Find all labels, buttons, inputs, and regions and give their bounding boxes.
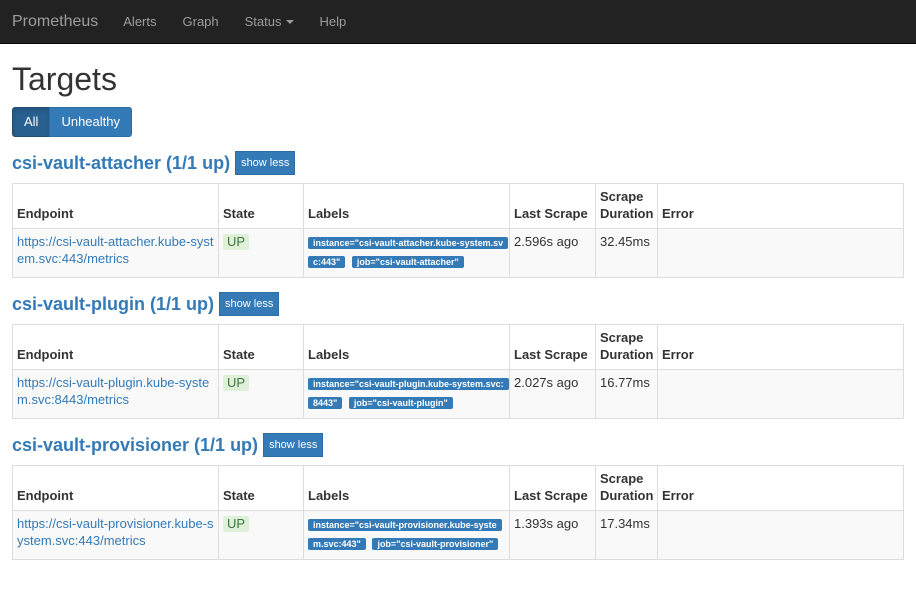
nav-help[interactable]: Help [307,0,360,44]
filter-all-button[interactable]: All [12,107,51,137]
job-title-link[interactable]: csi-vault-provisioner (1/1 up) [12,435,258,456]
endpoint-cell: https://csi-vault-attacher.kube-system.s… [12,228,219,278]
caret-down-icon [285,20,294,25]
header-labels: Labels [303,324,510,370]
endpoint-cell: https://csi-vault-provisioner.kube-syste… [12,510,219,560]
header-last-scrape: Last Scrape [509,183,596,229]
brand-link[interactable]: Prometheus [0,0,110,44]
filter-unhealthy-button[interactable]: Unhealthy [49,107,132,137]
header-scrape-duration: Scrape Duration [595,183,658,229]
job-header: csi-vault-provisioner (1/1 up) show less [12,433,904,457]
targets-table: Endpoint State Labels Last Scrape Scrape… [12,465,904,560]
header-last-scrape: Last Scrape [509,465,596,511]
table-header-row: Endpoint State Labels Last Scrape Scrape… [12,183,904,229]
labels-cell: instance="csi-vault-plugin.kube-system.s… [303,369,510,419]
targets-table: Endpoint State Labels Last Scrape Scrape… [12,183,904,278]
header-error: Error [657,465,904,511]
header-labels: Labels [303,465,510,511]
error-cell [657,510,904,560]
header-state: State [218,183,304,229]
table-header-row: Endpoint State Labels Last Scrape Scrape… [12,324,904,370]
job-title-link[interactable]: csi-vault-attacher (1/1 up) [12,153,230,174]
nav-graph[interactable]: Graph [170,0,232,44]
show-less-button[interactable]: show less [263,433,324,457]
table-header-row: Endpoint State Labels Last Scrape Scrape… [12,465,904,511]
header-scrape-duration: Scrape Duration [595,324,658,370]
header-endpoint: Endpoint [12,324,219,370]
error-cell [657,228,904,278]
nav-status-dropdown[interactable]: Status [232,0,307,44]
endpoint-link[interactable]: https://csi-vault-attacher.kube-system.s… [17,234,214,266]
header-last-scrape: Last Scrape [509,324,596,370]
label-badge: job="csi-vault-provisioner" [372,538,499,550]
show-less-button[interactable]: show less [235,151,296,175]
header-error: Error [657,183,904,229]
nav-status-label: Status [244,13,282,29]
header-endpoint: Endpoint [12,183,219,229]
job-section: csi-vault-attacher (1/1 up) show less En… [12,151,904,278]
top-navbar: Prometheus Alerts Graph Status Help [0,0,916,44]
job-section: csi-vault-provisioner (1/1 up) show less… [12,433,904,560]
header-scrape-duration: Scrape Duration [595,465,658,511]
state-badge: UP [223,234,250,250]
header-labels: Labels [303,183,510,229]
state-cell: UP [218,369,304,419]
table-row: https://csi-vault-provisioner.kube-syste… [12,510,904,560]
table-row: https://csi-vault-attacher.kube-system.s… [12,228,904,278]
filter-button-group: All Unhealthy [12,107,904,137]
state-cell: UP [218,510,304,560]
state-cell: UP [218,228,304,278]
labels-cell: instance="csi-vault-provisioner.kube-sys… [303,510,510,560]
job-section: csi-vault-plugin (1/1 up) show less Endp… [12,292,904,419]
labels-cell: instance="csi-vault-attacher.kube-system… [303,228,510,278]
last-scrape-cell: 2.596s ago [509,228,596,278]
endpoint-cell: https://csi-vault-plugin.kube-system.svc… [12,369,219,419]
endpoint-link[interactable]: https://csi-vault-plugin.kube-system.svc… [17,375,209,407]
page-title: Targets [12,61,117,97]
header-state: State [218,324,304,370]
last-scrape-cell: 1.393s ago [509,510,596,560]
label-badge: job="csi-vault-plugin" [348,397,453,409]
label-badge: job="csi-vault-attacher" [351,256,464,268]
header-endpoint: Endpoint [12,465,219,511]
state-badge: UP [223,516,250,532]
show-less-button[interactable]: show less [219,292,280,316]
job-title-link[interactable]: csi-vault-plugin (1/1 up) [12,294,214,315]
scrape-duration-cell: 32.45ms [595,228,658,278]
jobs-list: csi-vault-attacher (1/1 up) show less En… [12,151,904,560]
endpoint-link[interactable]: https://csi-vault-provisioner.kube-syste… [17,516,214,548]
main-container: Targets All Unhealthy csi-vault-attacher… [0,61,916,560]
scrape-duration-cell: 17.34ms [595,510,658,560]
targets-table: Endpoint State Labels Last Scrape Scrape… [12,324,904,419]
nav-alerts[interactable]: Alerts [110,0,169,44]
header-error: Error [657,324,904,370]
header-state: State [218,465,304,511]
error-cell [657,369,904,419]
table-row: https://csi-vault-plugin.kube-system.svc… [12,369,904,419]
job-header: csi-vault-attacher (1/1 up) show less [12,151,904,175]
last-scrape-cell: 2.027s ago [509,369,596,419]
job-header: csi-vault-plugin (1/1 up) show less [12,292,904,316]
state-badge: UP [223,375,250,391]
scrape-duration-cell: 16.77ms [595,369,658,419]
